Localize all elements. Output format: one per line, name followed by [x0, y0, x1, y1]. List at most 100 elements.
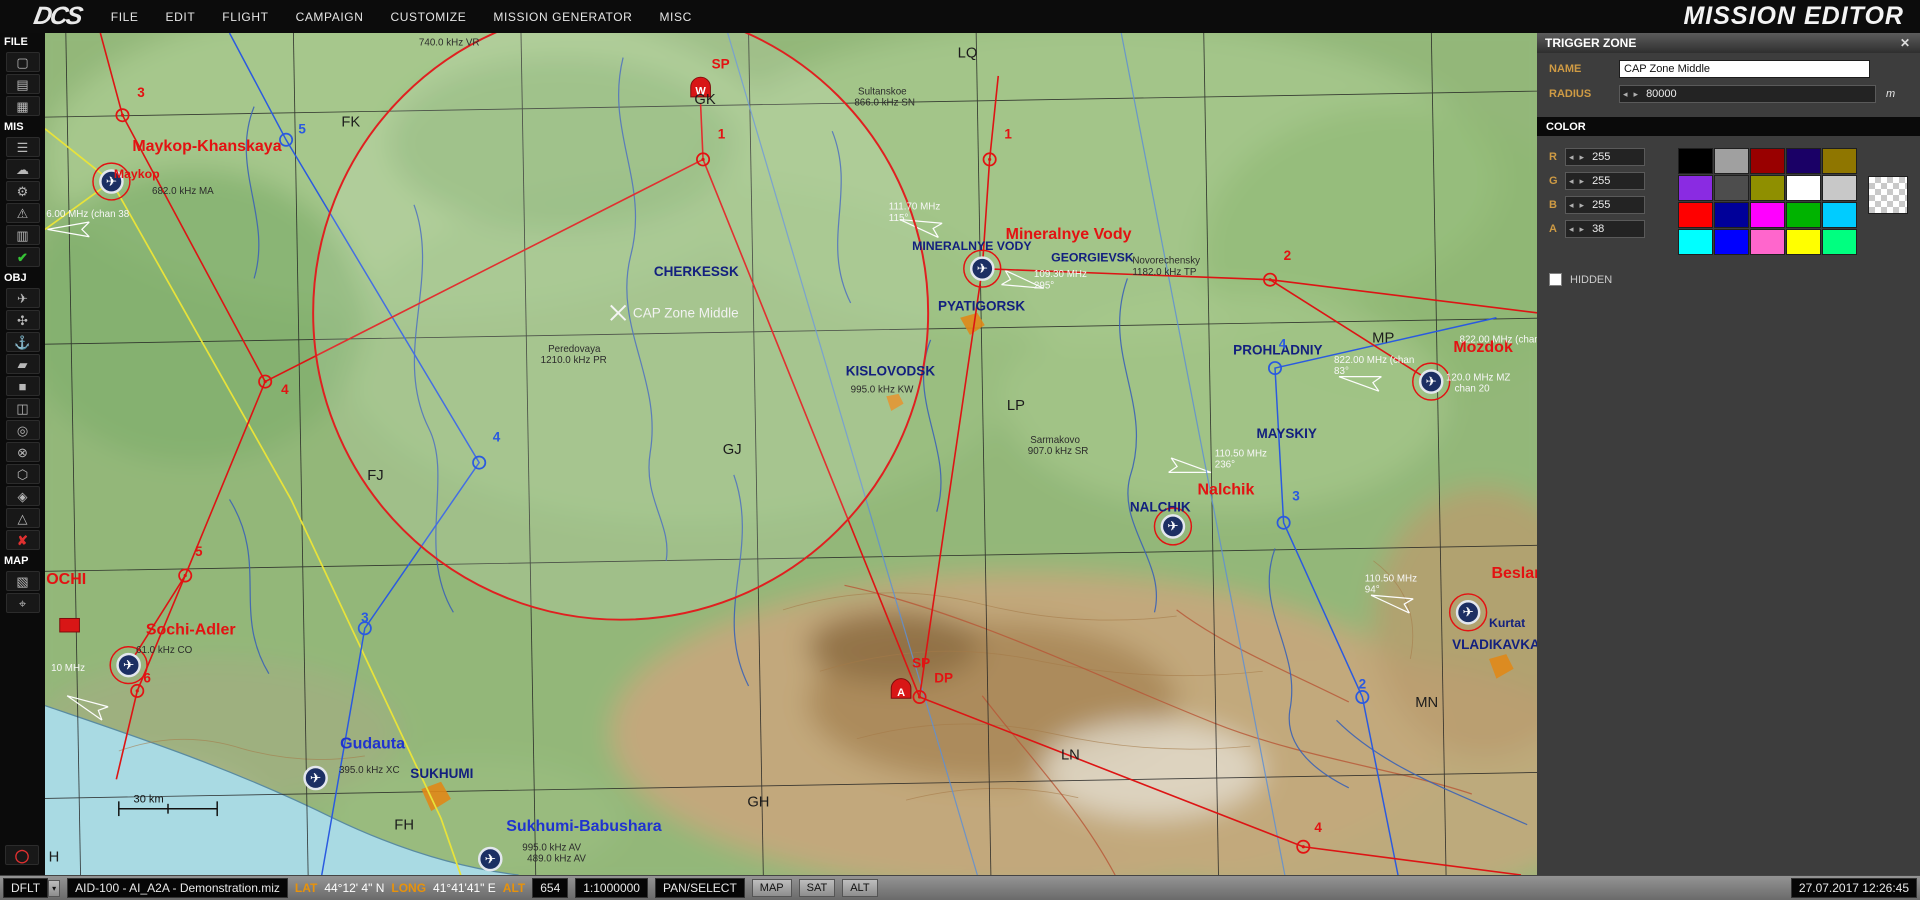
- helicopter-icon[interactable]: ✣: [6, 310, 40, 330]
- menu-file[interactable]: FILE: [111, 10, 139, 24]
- color-swatch[interactable]: [1750, 229, 1785, 255]
- waypoint-red-dot: [701, 158, 704, 161]
- hidden-label: HIDDEN: [1570, 274, 1612, 286]
- radius-spinner[interactable]: 80000: [1619, 85, 1876, 103]
- map-label: SP: [712, 57, 730, 72]
- radius-value: 80000: [1641, 88, 1677, 100]
- validate-mission-icon[interactable]: ✔: [6, 247, 40, 267]
- decrement-icon[interactable]: [1620, 89, 1631, 100]
- map-layer-button[interactable]: MAP: [752, 879, 792, 897]
- zone-name-input[interactable]: [1619, 60, 1870, 78]
- radius-row: RADIUS 80000 m: [1549, 85, 1908, 103]
- static-object-icon[interactable]: ■: [6, 376, 40, 396]
- increment-icon[interactable]: [1577, 176, 1588, 187]
- color-swatch[interactable]: [1678, 148, 1713, 174]
- mark-label-icon[interactable]: △: [6, 508, 40, 528]
- trigger-zone-icon[interactable]: ◎: [6, 420, 40, 440]
- map-label: MAYSKIY: [1257, 426, 1317, 441]
- map-svg: CAP Zone Middle✈✈✈✈✈✈✈✈WAMaykop-Khanskay…: [45, 33, 1537, 875]
- group-template-icon[interactable]: ◫: [6, 398, 40, 418]
- profile-select[interactable]: DFLT: [3, 878, 60, 898]
- color-swatch[interactable]: [1678, 202, 1713, 228]
- color-body: R 255 G 255: [1549, 148, 1908, 255]
- mission-options-icon[interactable]: ⚙: [6, 181, 40, 201]
- map-label: 2: [1359, 676, 1367, 691]
- briefing-icon[interactable]: ☰: [6, 137, 40, 157]
- increment-icon[interactable]: [1577, 200, 1588, 211]
- map-label: Beslan: [1491, 565, 1537, 582]
- channel-g-label: G: [1549, 175, 1565, 187]
- color-swatch[interactable]: [1714, 175, 1749, 201]
- menu-edit[interactable]: EDIT: [166, 10, 196, 24]
- channel-b-spinner[interactable]: 255: [1565, 196, 1645, 214]
- color-swatch[interactable]: [1750, 175, 1785, 201]
- map-label: 866.0 kHz SN: [854, 97, 915, 108]
- summary-icon[interactable]: ▥: [6, 225, 40, 245]
- increment-icon[interactable]: [1577, 152, 1588, 163]
- panel-title-bar: TRIGGER ZONE: [1537, 33, 1920, 53]
- menu-misc[interactable]: MISC: [659, 10, 691, 24]
- map-label: 30 km: [134, 794, 164, 806]
- decrement-icon[interactable]: [1566, 176, 1577, 187]
- delete-object-icon[interactable]: ✘: [6, 530, 40, 550]
- new-mission-icon[interactable]: ▢: [6, 52, 40, 72]
- dropdown-arrow-icon[interactable]: [48, 880, 60, 897]
- color-swatch[interactable]: [1822, 148, 1857, 174]
- transparent-color-swatch[interactable]: [1868, 176, 1908, 214]
- color-swatch[interactable]: [1822, 175, 1857, 201]
- radius-unit: m: [1886, 88, 1908, 100]
- color-swatch[interactable]: [1750, 202, 1785, 228]
- close-icon[interactable]: [1898, 36, 1912, 50]
- waypoint-red-dot: [988, 158, 991, 161]
- trigger-zone-circle[interactable]: [313, 33, 928, 620]
- map-options-icon[interactable]: ▧: [6, 571, 40, 591]
- decrement-icon[interactable]: [1566, 152, 1577, 163]
- initial-point-icon[interactable]: ⊗: [6, 442, 40, 462]
- color-swatch[interactable]: [1822, 202, 1857, 228]
- color-swatch[interactable]: [1678, 175, 1713, 201]
- map-label: 395.0 kHz XC: [339, 765, 400, 776]
- menu-mission-generator[interactable]: MISSION GENERATOR: [493, 10, 632, 24]
- color-swatch[interactable]: [1786, 175, 1821, 201]
- menu-customize[interactable]: CUSTOMIZE: [390, 10, 466, 24]
- map-label: 5: [195, 544, 203, 559]
- channel-r-spinner[interactable]: 255: [1565, 148, 1645, 166]
- ground-vehicle-icon[interactable]: ▰: [6, 354, 40, 374]
- decrement-icon[interactable]: [1566, 224, 1577, 235]
- color-swatch[interactable]: [1714, 148, 1749, 174]
- left-toolbar: ◯ FILE▢▤▦MIS☰☁⚙⚠▥✔OBJ✈✣⚓▰■◫◎⊗⬡◈△✘MAP▧⌖: [0, 33, 45, 875]
- map-label: SP: [912, 656, 930, 671]
- record-indicator-icon[interactable]: ◯: [5, 845, 39, 865]
- color-swatch[interactable]: [1678, 229, 1713, 255]
- color-swatch[interactable]: [1750, 148, 1785, 174]
- waypoint-red-dot: [1302, 845, 1305, 848]
- color-swatch[interactable]: [1786, 148, 1821, 174]
- alt-layer-button[interactable]: ALT: [842, 879, 877, 897]
- color-swatch[interactable]: [1714, 229, 1749, 255]
- ship-icon[interactable]: ⚓: [6, 332, 40, 352]
- menu-campaign[interactable]: CAMPAIGN: [296, 10, 364, 24]
- failures-icon[interactable]: ⚠: [6, 203, 40, 223]
- channel-a-spinner[interactable]: 38: [1565, 220, 1645, 238]
- color-swatch[interactable]: [1714, 202, 1749, 228]
- color-swatch[interactable]: [1786, 202, 1821, 228]
- farp-icon[interactable]: ⬡: [6, 464, 40, 484]
- sat-layer-button[interactable]: SAT: [799, 879, 836, 897]
- map-canvas[interactable]: CAP Zone Middle✈✈✈✈✈✈✈✈WAMaykop-Khanskay…: [45, 33, 1537, 875]
- warehouse-icon[interactable]: ◈: [6, 486, 40, 506]
- menu-flight[interactable]: FLIGHT: [222, 10, 268, 24]
- channel-g-spinner[interactable]: 255: [1565, 172, 1645, 190]
- save-mission-icon[interactable]: ▦: [6, 96, 40, 116]
- map-label: 4: [1279, 336, 1287, 351]
- color-swatch[interactable]: [1822, 229, 1857, 255]
- hidden-checkbox[interactable]: [1549, 273, 1562, 286]
- increment-icon[interactable]: [1631, 89, 1642, 100]
- map-label: Nalchik: [1198, 482, 1255, 499]
- increment-icon[interactable]: [1577, 224, 1588, 235]
- open-mission-icon[interactable]: ▤: [6, 74, 40, 94]
- decrement-icon[interactable]: [1566, 200, 1577, 211]
- color-swatch[interactable]: [1786, 229, 1821, 255]
- weather-icon[interactable]: ☁: [6, 159, 40, 179]
- airplane-icon[interactable]: ✈: [6, 288, 40, 308]
- distance-tool-icon[interactable]: ⌖: [6, 593, 40, 613]
